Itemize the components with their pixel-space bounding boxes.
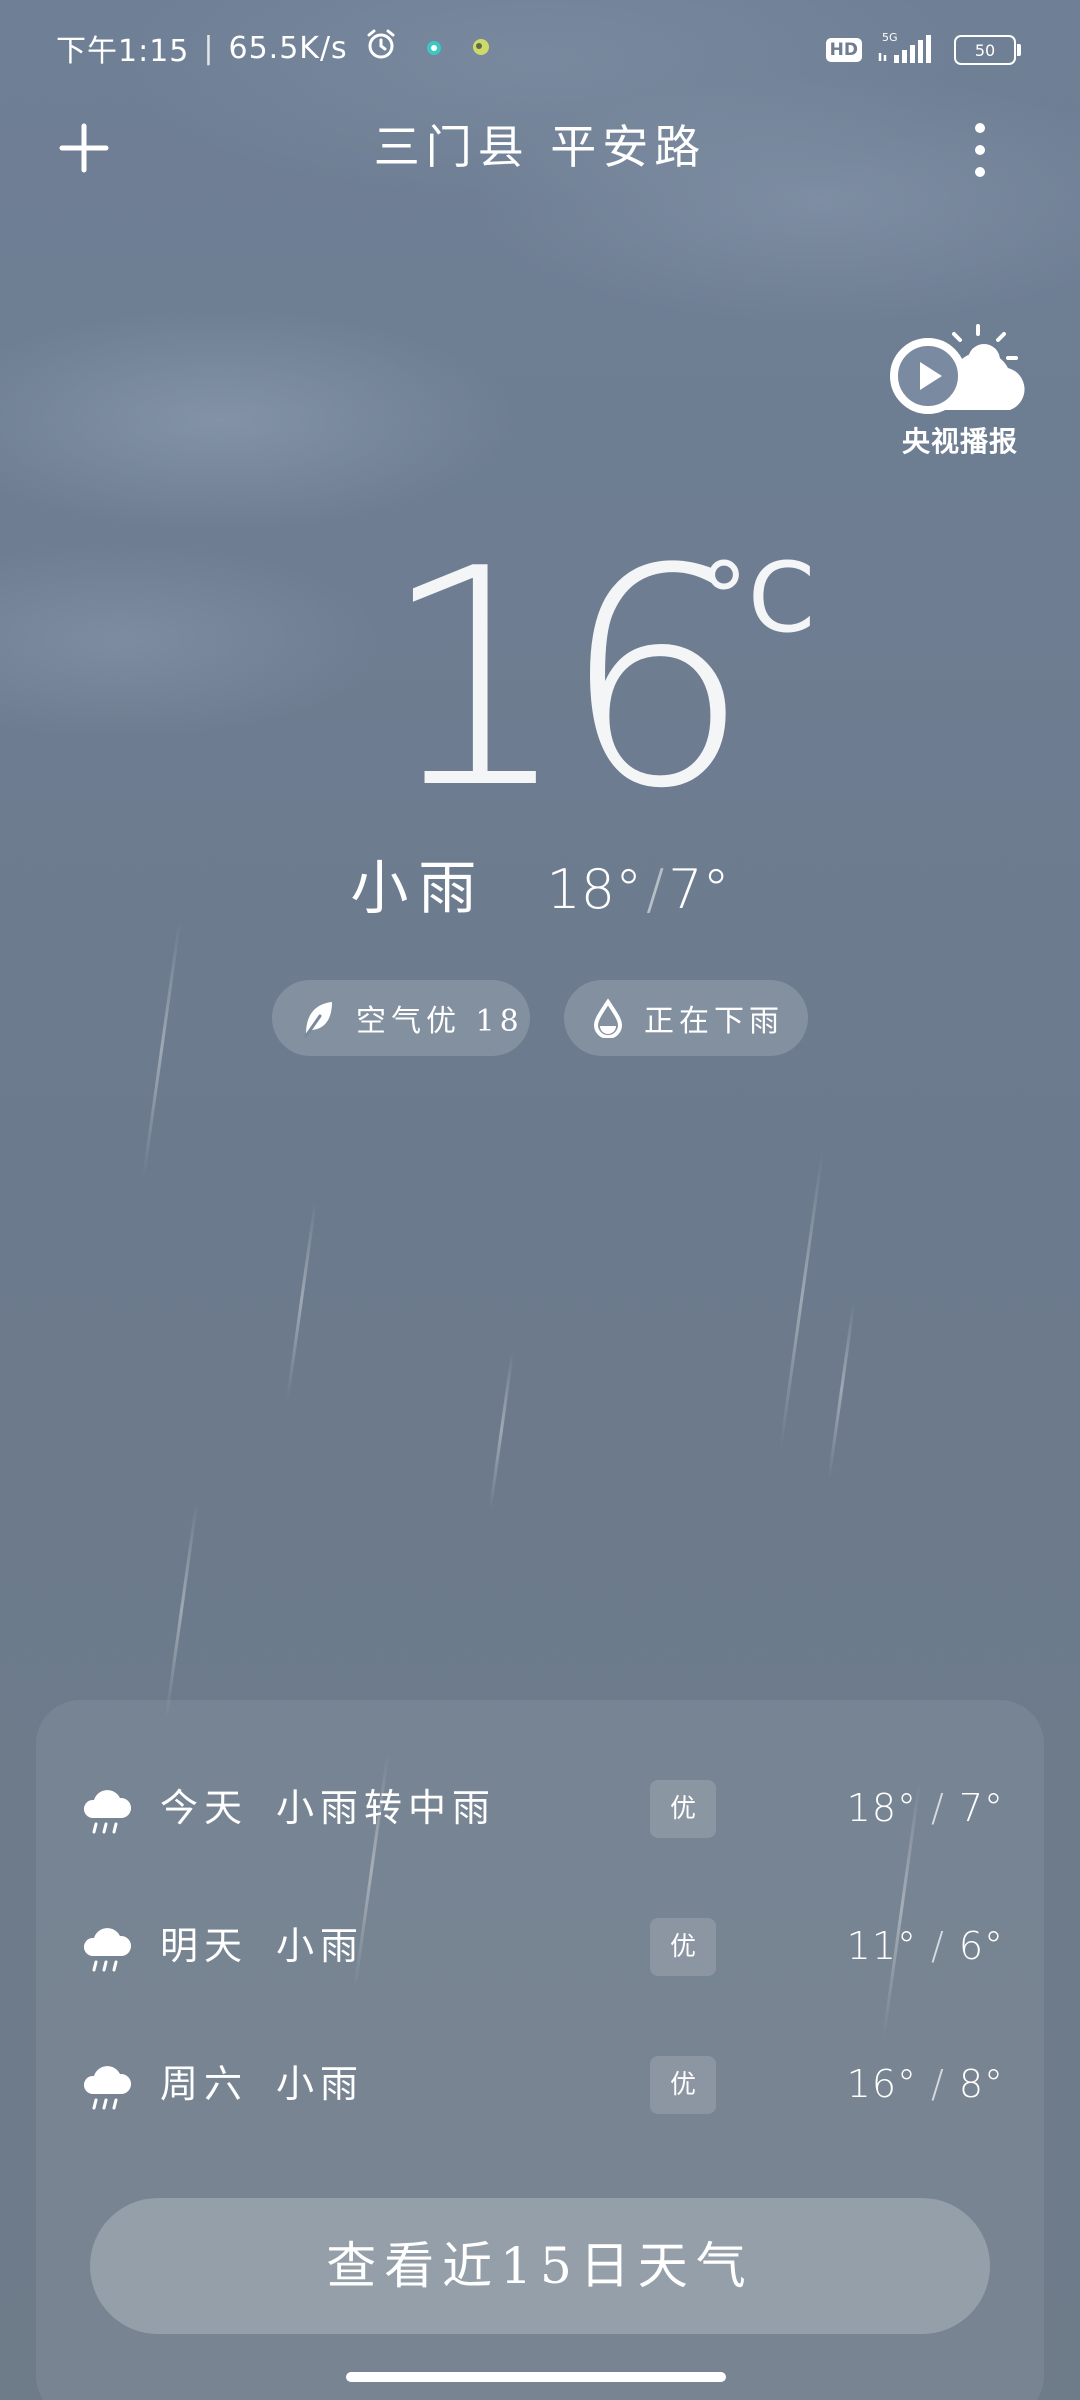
add-city-button[interactable] [56, 120, 112, 176]
network-type-text: 5G [882, 31, 898, 44]
forecast-row-saturday[interactable]: 周六 小雨 优 16° / 8° [36, 2034, 1044, 2134]
range-separator: / [646, 858, 665, 921]
view-15-day-forecast-button[interactable]: 查看近15日天气 [90, 2198, 990, 2334]
status-separator: | [203, 30, 215, 66]
rain-streak [141, 921, 182, 1179]
aqi-badge: 优 [650, 1780, 716, 1838]
forecast-separator: / [931, 1924, 945, 1968]
forecast-condition: 小雨转中雨 [276, 1786, 497, 1830]
rain-cloud-icon [83, 2066, 132, 2110]
aqi-badge: 优 [650, 1918, 716, 1976]
status-bar: 下午1:15 | 65.5K/s HD 5G 50 [0, 0, 1080, 96]
alarm-icon [364, 27, 398, 69]
forecast-low: 8° [958, 2062, 1004, 2106]
forecast-day-name: 今天 [160, 1786, 249, 1830]
battery-icon: 50 [954, 35, 1021, 65]
forecast-high: 18° [846, 1786, 917, 1830]
cctv-broadcast-button[interactable]: 央视播报 [880, 320, 1040, 460]
forecast-condition: 小雨 [276, 1924, 365, 1968]
temperature-unit: °C [700, 542, 816, 654]
status-left: 下午1:15 | 65.5K/s [56, 27, 492, 69]
forecast-row-today[interactable]: 今天 小雨转中雨 优 18° / 7° [36, 1758, 1044, 1858]
app-notification-icon-2 [470, 31, 492, 66]
forecast-high: 11° [846, 1924, 917, 1968]
rain-streak [779, 1151, 824, 1449]
forecast-separator: / [931, 2062, 945, 2106]
hd-badge: HD [825, 38, 862, 62]
broadcast-label: 央视播报 [901, 425, 1018, 458]
rain-streak [164, 1500, 199, 1720]
rain-streak [286, 1200, 317, 1400]
forecast-row-tomorrow[interactable]: 明天 小雨 优 11° / 6° [36, 1896, 1044, 1996]
aqi-badge: 优 [650, 2056, 716, 2114]
low-temp: 7° [668, 858, 730, 921]
rain-cloud-icon [83, 1790, 132, 1834]
forecast-separator: / [931, 1786, 945, 1830]
condition-row: 小雨 18°/7° [0, 848, 1080, 928]
precipitation-text: 正在下雨 [644, 1004, 784, 1039]
status-right: HD 5G 50 [825, 30, 1021, 70]
forecast-day-name: 周六 [160, 2062, 249, 2106]
forecast-temp-range: 18° / 7° [847, 1758, 1004, 1858]
status-network-speed: 65.5K/s [228, 30, 348, 66]
rain-streak [827, 1300, 856, 1480]
forecast-temp-range: 16° / 8° [847, 2034, 1004, 2134]
forecast-day-label: 今天 小雨转中雨 [160, 1758, 496, 1858]
current-condition: 小雨 [350, 854, 487, 922]
forecast-low: 7° [958, 1786, 1004, 1830]
high-temp: 18° [546, 858, 643, 921]
current-temperature: 16 [380, 505, 752, 854]
more-options-button[interactable] [960, 118, 1000, 182]
app-notification-icon [424, 31, 444, 66]
air-quality-chip[interactable]: 空气优 18 [272, 980, 530, 1056]
forecast-day-name: 明天 [160, 1924, 249, 1968]
forecast-temp-range: 11° / 6° [847, 1896, 1004, 1996]
rain-streak [488, 1350, 515, 1510]
forecast-condition: 小雨 [276, 2062, 365, 2106]
more-vertical-icon [975, 123, 985, 177]
forecast-low: 6° [958, 1924, 1004, 1968]
leaf-icon [304, 1002, 332, 1038]
forecast-day-label: 周六 小雨 [160, 2034, 364, 2134]
air-quality-text: 空气优 18 [356, 1004, 524, 1039]
forecast-high: 16° [846, 2062, 917, 2106]
rain-cloud-icon [83, 1928, 132, 1972]
forecast-day-label: 明天 小雨 [160, 1896, 364, 1996]
battery-level: 50 [974, 40, 996, 60]
signal-icon: 5G [876, 31, 938, 69]
plus-icon [59, 123, 109, 173]
home-indicator[interactable] [346, 2372, 726, 2382]
play-cloud-icon [890, 324, 1025, 414]
status-time: 下午1:15 [56, 34, 190, 69]
precipitation-chip[interactable]: 正在下雨 [564, 980, 808, 1056]
location-title[interactable]: 三门县 平安路 [240, 112, 840, 182]
raindrop-icon [593, 998, 623, 1038]
temperature-range: 18°/7° [546, 858, 729, 921]
